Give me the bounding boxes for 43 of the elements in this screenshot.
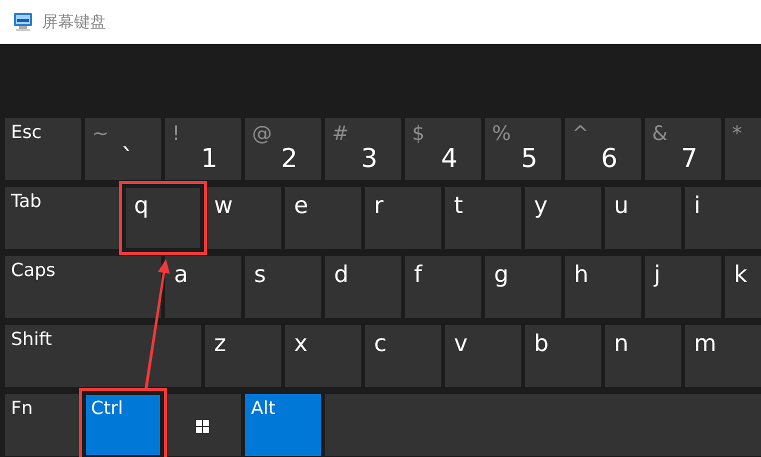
key[interactable]: w bbox=[205, 187, 281, 249]
key[interactable]: q bbox=[125, 187, 201, 249]
key[interactable]: e bbox=[285, 187, 361, 249]
key[interactable]: ~ ` bbox=[85, 118, 161, 180]
key[interactable]: c bbox=[365, 325, 441, 387]
key[interactable]: Esc bbox=[5, 118, 81, 180]
key[interactable]: a bbox=[165, 256, 241, 318]
key[interactable]: f bbox=[405, 256, 481, 318]
key[interactable]: ^ 6 bbox=[565, 118, 641, 180]
monitor-keyboard-icon bbox=[12, 11, 34, 33]
key[interactable]: k bbox=[725, 256, 761, 318]
key[interactable]: u bbox=[605, 187, 681, 249]
key[interactable]: g bbox=[485, 256, 561, 318]
window-title: 屏幕键盘 bbox=[42, 12, 106, 32]
key[interactable]: i bbox=[685, 187, 761, 249]
key[interactable]: m bbox=[685, 325, 761, 387]
key[interactable]: z bbox=[205, 325, 281, 387]
key[interactable]: # 3 bbox=[325, 118, 401, 180]
key[interactable]: h bbox=[565, 256, 641, 318]
key[interactable]: @ 2 bbox=[245, 118, 321, 180]
key[interactable]: * bbox=[725, 118, 761, 180]
key[interactable]: % 5 bbox=[485, 118, 561, 180]
key[interactable]: y bbox=[525, 187, 601, 249]
key[interactable]: Alt bbox=[245, 394, 321, 456]
key[interactable]: d bbox=[325, 256, 401, 318]
key[interactable]: Shift bbox=[5, 325, 201, 387]
key[interactable]: t bbox=[445, 187, 521, 249]
key[interactable]: n bbox=[605, 325, 681, 387]
key[interactable]: j bbox=[645, 256, 721, 318]
key[interactable]: b bbox=[525, 325, 601, 387]
key[interactable]: r bbox=[365, 187, 441, 249]
key[interactable]: Caps bbox=[5, 256, 161, 318]
key[interactable]: Ctrl bbox=[85, 394, 161, 456]
key[interactable]: x bbox=[285, 325, 361, 387]
key[interactable]: s bbox=[245, 256, 321, 318]
key[interactable]: $ 4 bbox=[405, 118, 481, 180]
key[interactable]: Tab bbox=[5, 187, 121, 249]
windows-key[interactable] bbox=[165, 394, 241, 456]
key[interactable]: & 7 bbox=[645, 118, 721, 180]
key[interactable]: ! 1 bbox=[165, 118, 241, 180]
key[interactable]: Fn bbox=[5, 394, 81, 456]
windows-icon bbox=[196, 420, 209, 433]
key[interactable]: v bbox=[445, 325, 521, 387]
